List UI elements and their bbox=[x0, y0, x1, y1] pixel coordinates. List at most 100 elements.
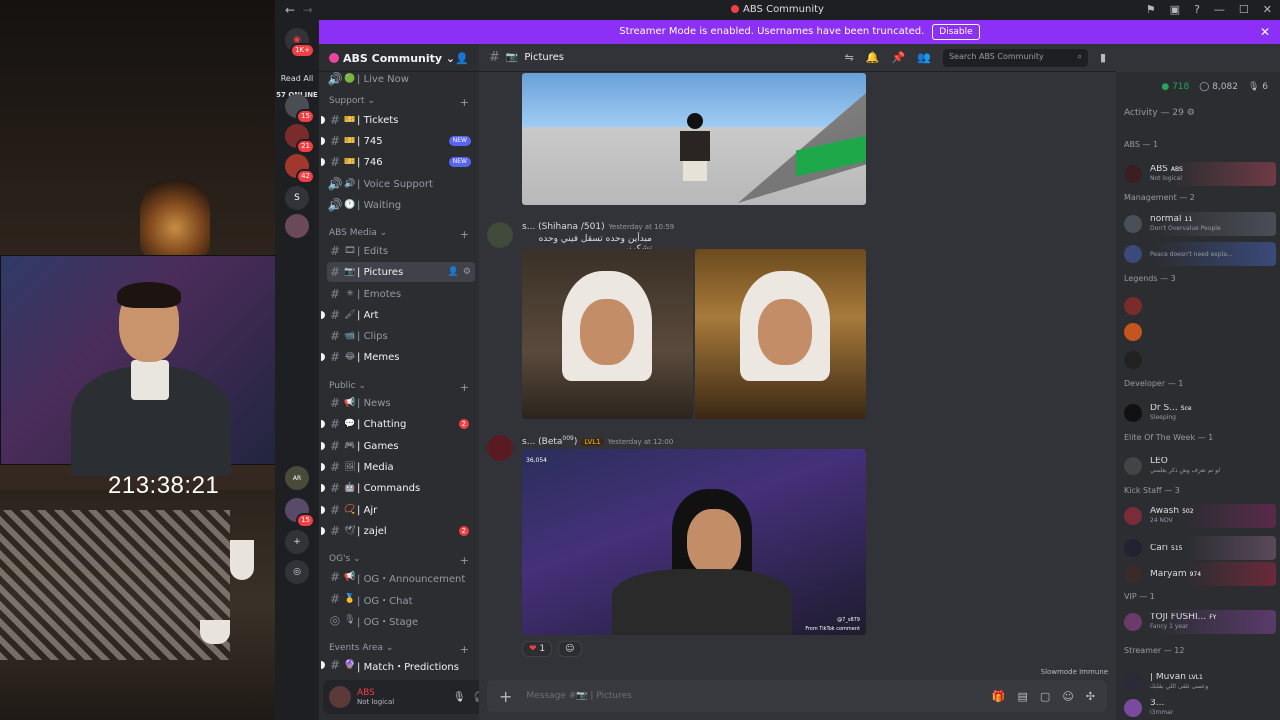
inbox-icon[interactable]: ▮ bbox=[1100, 51, 1106, 64]
member-row[interactable]: normal 11 Don't Overvalue People bbox=[1124, 212, 1276, 236]
channel-text[interactable]: # 🎫 | 745 NEW bbox=[321, 131, 475, 151]
invite-icon[interactable]: 👤 bbox=[448, 267, 459, 277]
member-row[interactable]: Peace doesn't need expla... bbox=[1124, 242, 1276, 266]
avatar[interactable] bbox=[329, 686, 351, 708]
attachment-photo-2[interactable] bbox=[695, 249, 866, 419]
channel-text[interactable]: # 💬 | Chatting 2 bbox=[321, 414, 475, 434]
video-attachment[interactable]: 36,054 @7_s879 From TikTok comment bbox=[522, 449, 866, 635]
channel-text[interactable]: # 🎮 | Games bbox=[321, 436, 475, 456]
members-icon[interactable]: 👥 bbox=[917, 51, 931, 64]
upload-plus-icon[interactable]: + bbox=[499, 687, 512, 706]
member-row[interactable] bbox=[1124, 294, 1276, 318]
game-screenshot[interactable] bbox=[522, 73, 866, 205]
threads-icon[interactable]: ⇋ bbox=[845, 51, 854, 64]
channel-text[interactable]: # 📢 | OG・Announcement bbox=[327, 567, 475, 587]
channel-text[interactable]: # 🖌 | Art bbox=[321, 305, 475, 325]
channel-stage[interactable]: ◎ 🎙 | OG・Stage bbox=[327, 610, 475, 630]
server-header[interactable]: ABS Community ⌄ 👤 bbox=[319, 44, 479, 72]
member-row[interactable]: | Muvan LVL1 وعسى تلقى اللي بقلبك bbox=[1124, 670, 1276, 694]
member-row[interactable]: 3... i3mmar bbox=[1124, 696, 1276, 720]
channel-text[interactable]: # 🎫 | Tickets bbox=[321, 110, 475, 130]
member-row[interactable]: Dr S... Sce Sleeping bbox=[1124, 401, 1276, 425]
category-header[interactable]: ABS Media ⌄ + bbox=[329, 228, 469, 241]
channel-text[interactable]: # 🔮 | Match・Predictions bbox=[321, 655, 475, 675]
category-header[interactable]: OG's ⌄ + bbox=[329, 554, 469, 567]
server-icon-5[interactable]: AR bbox=[285, 466, 309, 490]
server-icon-s[interactable]: S bbox=[285, 186, 309, 210]
member-row[interactable]: Cari 515 bbox=[1124, 536, 1276, 560]
gift-icon[interactable]: 🎁 bbox=[992, 690, 1006, 703]
pin-icon[interactable]: 📌 bbox=[892, 51, 906, 64]
close-icon[interactable]: ✕ bbox=[1260, 20, 1270, 44]
channel-text[interactable]: # 🥇 | OG・Chat bbox=[327, 589, 475, 609]
add-channel-icon[interactable]: + bbox=[460, 96, 469, 109]
unread-indicator bbox=[321, 420, 325, 428]
add-channel-icon[interactable]: + bbox=[460, 228, 469, 241]
member-row[interactable] bbox=[1124, 348, 1276, 372]
add-channel-icon[interactable]: + bbox=[460, 554, 469, 567]
channel-text[interactable]: # 🖼 | Media bbox=[321, 457, 475, 477]
screen-icon[interactable]: ▣ bbox=[1170, 3, 1180, 16]
apps-icon[interactable]: ✣ bbox=[1086, 690, 1095, 703]
stream-timer: 213:38:21 bbox=[108, 472, 220, 499]
mute-mic-icon[interactable]: 🎙 bbox=[453, 692, 466, 703]
activity-header[interactable]: Activity — 29 ⚙ bbox=[1124, 108, 1195, 118]
bell-icon[interactable]: 🔔 bbox=[866, 51, 880, 64]
gif-icon[interactable]: ▤ bbox=[1018, 690, 1028, 703]
channel-text[interactable]: # 📹 | Clips bbox=[327, 326, 475, 346]
add-server-icon[interactable]: + bbox=[285, 530, 309, 554]
server-icon-4[interactable] bbox=[285, 214, 309, 238]
channel-voice[interactable]: 🔊 🟢 | Live Now bbox=[327, 69, 475, 89]
attachment-photo-1[interactable] bbox=[522, 249, 693, 419]
gear-icon[interactable]: ⚙ bbox=[463, 267, 471, 277]
avatar bbox=[1124, 539, 1142, 557]
server-icon-6[interactable]: 15 bbox=[285, 498, 315, 528]
video-handle: @7_s879 bbox=[837, 617, 860, 623]
sticker-icon[interactable]: ▢ bbox=[1040, 690, 1050, 703]
help-icon[interactable]: ? bbox=[1194, 3, 1200, 16]
channel-name: | Art bbox=[357, 309, 379, 321]
disable-button[interactable]: Disable bbox=[932, 24, 980, 40]
invite-icon[interactable]: 👤 bbox=[455, 52, 469, 65]
channel-text[interactable]: # 🕊 | zajel 2 bbox=[321, 521, 475, 541]
channel-voice[interactable]: 🔊 🔊 | Voice Support bbox=[327, 174, 475, 194]
channel-text[interactable]: # 🎫 | 746 NEW bbox=[321, 152, 475, 172]
read-all-button[interactable]: Read All bbox=[275, 74, 319, 83]
channel-voice[interactable]: 🔊 🕐 | Waiting bbox=[327, 195, 475, 215]
channel-text[interactable]: # 🎞 | Edits bbox=[327, 241, 475, 261]
channel-text[interactable]: # ✳ | Emotes bbox=[327, 284, 475, 304]
channel-text[interactable]: # 🤖 | Commands bbox=[321, 478, 475, 498]
maximize-button[interactable]: ☐ bbox=[1239, 3, 1249, 16]
server-icon-3[interactable]: 42 bbox=[285, 154, 315, 184]
close-button[interactable]: ✕ bbox=[1263, 3, 1272, 16]
heart-reaction[interactable]: ❤ 1 bbox=[522, 641, 553, 657]
avatar[interactable] bbox=[487, 435, 513, 461]
message-author[interactable]: s... (Shihana /501) bbox=[522, 222, 605, 232]
channel-text[interactable]: # 📿 | Ajr bbox=[321, 500, 475, 520]
explore-icon[interactable]: ◎ bbox=[285, 560, 309, 584]
window-title: ABS Community bbox=[275, 4, 1280, 15]
search-input[interactable]: Search ABS Community ⌕ bbox=[942, 48, 1088, 67]
inbox-icon[interactable]: ⚑ bbox=[1146, 3, 1156, 16]
avatar[interactable] bbox=[487, 222, 513, 248]
member-row[interactable]: TOJI FUSHI... FY Fancy 1 year bbox=[1124, 610, 1276, 634]
home-button[interactable]: ◉ 1K+ bbox=[285, 28, 315, 58]
member-row[interactable]: ABS ABS Not logical bbox=[1124, 162, 1276, 186]
channel-text[interactable]: # 📷 | Pictures 👤 ⚙ bbox=[327, 262, 475, 282]
message-input[interactable]: + Message #📷 | Pictures 🎁 ▤ ▢ ☺ ✣ bbox=[487, 680, 1107, 712]
lantern-decoration bbox=[140, 180, 210, 260]
minimize-button[interactable]: — bbox=[1214, 3, 1225, 16]
mention-badge: 2 bbox=[458, 419, 469, 429]
category-header[interactable]: Support ⌄ + bbox=[329, 96, 469, 109]
channel-text[interactable]: # 😂 | Memes bbox=[321, 347, 475, 367]
member-row[interactable]: Maryam 974 bbox=[1124, 562, 1276, 586]
member-row[interactable] bbox=[1124, 320, 1276, 344]
emoji-icon[interactable]: ☺ bbox=[1062, 690, 1073, 703]
channel-text[interactable]: # 📢 | News bbox=[327, 393, 475, 413]
server-icon-2[interactable]: 21 bbox=[285, 124, 315, 154]
server-icon-1[interactable]: 15 bbox=[285, 94, 315, 124]
add-reaction-icon[interactable]: ☺ bbox=[558, 641, 582, 657]
member-row[interactable]: LEO لو تم تعرف وش ذكر يعلمني bbox=[1124, 454, 1276, 478]
member-row[interactable]: Awash 502 24 NOV bbox=[1124, 504, 1276, 528]
message-author[interactable]: s... (Beta bbox=[522, 437, 562, 447]
